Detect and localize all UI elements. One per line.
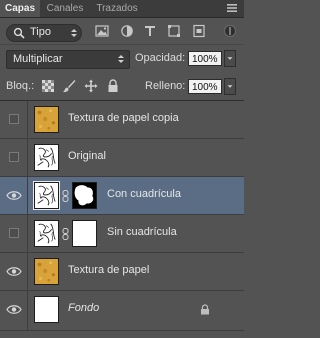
layer-name: Sin cuadrícula: [107, 226, 177, 238]
layer-thumbnail: [34, 220, 59, 247]
layer-row[interactable]: Textura de papel copia: [0, 101, 244, 139]
mask-shape-thumbnail: [73, 183, 96, 208]
smart-object-filter-icon[interactable]: [192, 24, 206, 38]
visibility-toggle[interactable]: [0, 139, 28, 176]
filter-kind-select[interactable]: Tipo: [6, 24, 82, 42]
visibility-toggle[interactable]: [0, 253, 28, 290]
adjustment-layer-filter-icon[interactable]: [120, 24, 134, 38]
lock-icon[interactable]: [106, 79, 120, 93]
layer-thumbnail: [34, 296, 59, 323]
filter-toggle-icon[interactable]: [223, 24, 237, 38]
link-chain-icon[interactable]: [62, 190, 69, 202]
chevron-down-icon: [227, 57, 233, 60]
chevron-down-icon: [227, 85, 233, 88]
white-background-thumbnail: [35, 297, 58, 322]
layers-panel: Capas Canales Trazados Tipo Multiplicar …: [0, 0, 244, 338]
layer-name: Original: [68, 150, 106, 162]
sketch-thumbnail: [35, 221, 58, 246]
type-layer-filter-icon[interactable]: [143, 24, 157, 38]
opacity-dropdown-button[interactable]: [224, 50, 236, 67]
visibility-toggle[interactable]: [0, 215, 28, 252]
link-chain-icon[interactable]: [62, 228, 69, 240]
layer-row[interactable]: Sin cuadrícula: [0, 215, 244, 253]
eye-icon: [6, 267, 22, 276]
visibility-checkbox: [9, 228, 19, 238]
layer-mask-thumbnail[interactable]: [72, 220, 97, 247]
filter-row: Tipo: [0, 18, 244, 45]
tab-canales[interactable]: Canales: [44, 0, 86, 17]
eye-icon: [6, 305, 22, 314]
tab-trazados[interactable]: Trazados: [92, 0, 142, 17]
layers-list: Textura de papel copia Original Con cuad…: [0, 101, 244, 338]
shape-layer-filter-icon[interactable]: [167, 24, 181, 38]
layer-thumbnail[interactable]: [33, 181, 60, 210]
paper-texture-thumbnail: [35, 107, 58, 132]
layer-thumbnail: [34, 144, 59, 171]
layer-mask-thumbnail[interactable]: [72, 182, 97, 209]
visibility-toggle[interactable]: [0, 291, 28, 330]
visibility-toggle[interactable]: [0, 101, 28, 138]
layer-name: Textura de papel: [68, 264, 150, 276]
lock-transparency-icon[interactable]: [41, 79, 55, 93]
blend-mode-select[interactable]: Multiplicar: [6, 50, 130, 69]
layer-row-selected[interactable]: Con cuadrícula: [0, 177, 244, 215]
chevron-updown-icon: [118, 55, 124, 63]
lock-label: Bloq.:: [6, 80, 35, 92]
panel-tab-bar: Capas Canales Trazados: [0, 0, 244, 18]
layer-thumbnail: [34, 258, 59, 285]
filter-kind-label: Tipo: [30, 26, 51, 38]
layer-row[interactable]: Original: [0, 139, 244, 177]
layer-name: Con cuadrícula: [107, 188, 181, 200]
visibility-checkbox: [9, 114, 19, 124]
layer-row[interactable]: Textura de papel: [0, 253, 244, 291]
eye-icon: [6, 191, 22, 200]
paper-texture-thumbnail: [35, 259, 58, 284]
move-icon[interactable]: [84, 79, 98, 93]
sketch-thumbnail: [35, 183, 58, 208]
pixel-layer-filter-icon[interactable]: [95, 24, 109, 38]
lock-row: Bloq.: Relleno: 100%: [0, 73, 244, 101]
mask-white-thumbnail: [73, 221, 96, 246]
visibility-toggle[interactable]: [0, 177, 28, 214]
brush-icon[interactable]: [62, 79, 76, 93]
blend-mode-value: Multiplicar: [13, 53, 63, 65]
layer-thumbnail: [34, 106, 59, 133]
panel-menu-icon[interactable]: [226, 2, 238, 14]
opacity-input[interactable]: 100%: [188, 51, 222, 66]
visibility-checkbox: [9, 152, 19, 162]
sketch-thumbnail: [35, 145, 58, 170]
layer-name: Textura de papel copia: [68, 112, 179, 124]
fill-label[interactable]: Relleno:: [145, 80, 185, 92]
fill-dropdown-button[interactable]: [224, 78, 236, 95]
tab-capas[interactable]: Capas: [0, 0, 40, 17]
lock-icon: [201, 304, 209, 315]
chevron-updown-icon: [71, 29, 77, 37]
search-icon: [13, 27, 25, 39]
fill-input[interactable]: 100%: [188, 79, 222, 94]
layer-name: Fondo: [68, 302, 100, 314]
layer-row-background[interactable]: Fondo: [0, 291, 244, 331]
opacity-label[interactable]: Opacidad:: [135, 52, 185, 64]
blend-row: Multiplicar Opacidad: 100%: [0, 45, 244, 72]
